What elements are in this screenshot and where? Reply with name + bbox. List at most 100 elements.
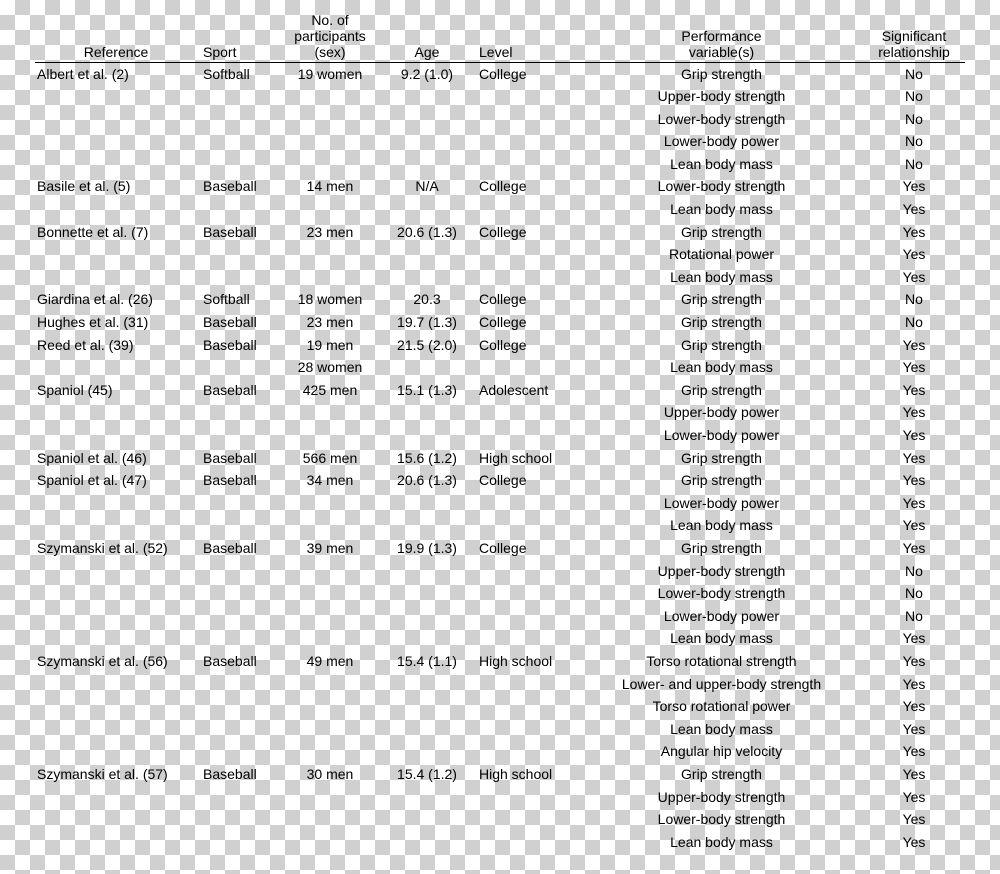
cell-reference: Szymanski et al. (57) <box>35 763 197 786</box>
cell-participants <box>279 492 381 515</box>
cell-level <box>473 86 580 109</box>
cell-level <box>473 492 580 515</box>
table-row: Lean body massYes <box>35 266 965 289</box>
table-row: Lower-body powerNo <box>35 605 965 628</box>
cell-level <box>473 244 580 267</box>
cell-sport: Baseball <box>197 221 279 244</box>
cell-performance: Upper-body strength <box>580 786 863 809</box>
table-row: Lower-body powerYes <box>35 425 965 448</box>
cell-significant: No <box>863 312 965 335</box>
cell-reference: Szymanski et al. (52) <box>35 537 197 560</box>
cell-performance: Grip strength <box>580 312 863 335</box>
cell-age: 20.6 (1.3) <box>381 221 473 244</box>
cell-significant: Yes <box>863 673 965 696</box>
cell-significant: Yes <box>863 266 965 289</box>
cell-level <box>473 357 580 380</box>
cell-age <box>381 718 473 741</box>
cell-age <box>381 425 473 448</box>
cell-participants <box>279 628 381 651</box>
cell-sport <box>197 402 279 425</box>
cell-level: High school <box>473 650 580 673</box>
cell-sport <box>197 266 279 289</box>
header-participants: No. ofparticipants(sex) <box>279 10 381 63</box>
cell-reference: Albert et al. (2) <box>35 63 197 86</box>
cell-sport <box>197 696 279 719</box>
cell-performance: Lower-body strength <box>580 108 863 131</box>
cell-sport <box>197 199 279 222</box>
cell-participants <box>279 831 381 854</box>
cell-significant: No <box>863 63 965 86</box>
cell-participants <box>279 786 381 809</box>
header-level: Level <box>473 10 580 63</box>
cell-performance: Grip strength <box>580 334 863 357</box>
cell-age: 9.2 (1.0) <box>381 63 473 86</box>
header-performance: Performancevariable(s) <box>580 10 863 63</box>
table-row: Lean body massYes <box>35 628 965 651</box>
cell-reference: Giardina et al. (26) <box>35 289 197 312</box>
cell-age: 19.9 (1.3) <box>381 537 473 560</box>
cell-significant: Yes <box>863 447 965 470</box>
cell-level <box>473 131 580 154</box>
cell-performance: Grip strength <box>580 289 863 312</box>
cell-performance: Lean body mass <box>580 515 863 538</box>
cell-performance: Lower- and upper-body strength <box>580 673 863 696</box>
table-row: Szymanski et al. (57)Baseball30 men15.4 … <box>35 763 965 786</box>
cell-reference <box>35 86 197 109</box>
cell-level <box>473 153 580 176</box>
cell-participants <box>279 718 381 741</box>
cell-performance: Grip strength <box>580 221 863 244</box>
cell-performance: Grip strength <box>580 470 863 493</box>
cell-significant: Yes <box>863 425 965 448</box>
cell-significant: Yes <box>863 379 965 402</box>
cell-age <box>381 741 473 764</box>
cell-sport: Baseball <box>197 447 279 470</box>
cell-reference <box>35 199 197 222</box>
cell-reference <box>35 108 197 131</box>
cell-age <box>381 244 473 267</box>
cell-level <box>473 628 580 651</box>
cell-level <box>473 583 580 606</box>
cell-sport: Baseball <box>197 176 279 199</box>
cell-age <box>381 131 473 154</box>
cell-level <box>473 199 580 222</box>
cell-participants: 425 men <box>279 379 381 402</box>
cell-sport <box>197 831 279 854</box>
cell-sport: Baseball <box>197 379 279 402</box>
cell-reference <box>35 131 197 154</box>
cell-significant: Yes <box>863 176 965 199</box>
table-header: Reference Sport No. ofparticipants(sex) … <box>35 10 965 63</box>
cell-sport <box>197 244 279 267</box>
table-row: Bonnette et al. (7)Baseball23 men20.6 (1… <box>35 221 965 244</box>
table-row: Albert et al. (2)Softball19 women9.2 (1.… <box>35 63 965 86</box>
cell-level: High school <box>473 447 580 470</box>
cell-sport: Baseball <box>197 334 279 357</box>
cell-participants: 28 women <box>279 357 381 380</box>
cell-level: Adolescent <box>473 379 580 402</box>
cell-participants <box>279 266 381 289</box>
cell-performance: Lean body mass <box>580 266 863 289</box>
cell-performance: Torso rotational strength <box>580 650 863 673</box>
cell-significant: No <box>863 560 965 583</box>
table-row: Giardina et al. (26)Softball18 women20.3… <box>35 289 965 312</box>
cell-level: College <box>473 537 580 560</box>
cell-significant: Yes <box>863 221 965 244</box>
cell-performance: Lean body mass <box>580 153 863 176</box>
cell-age <box>381 266 473 289</box>
cell-level <box>473 673 580 696</box>
cell-reference <box>35 515 197 538</box>
cell-participants: 23 men <box>279 312 381 335</box>
cell-participants <box>279 199 381 222</box>
table-row: Lean body massYes <box>35 831 965 854</box>
cell-significant: Yes <box>863 831 965 854</box>
cell-age <box>381 153 473 176</box>
cell-sport <box>197 153 279 176</box>
cell-age <box>381 86 473 109</box>
cell-significant: No <box>863 108 965 131</box>
cell-participants: 18 women <box>279 289 381 312</box>
cell-significant: Yes <box>863 357 965 380</box>
cell-significant: Yes <box>863 809 965 832</box>
cell-significant: No <box>863 605 965 628</box>
cell-performance: Upper-body power <box>580 402 863 425</box>
table-row: 28 womenLean body massYes <box>35 357 965 380</box>
cell-performance: Lower-body strength <box>580 583 863 606</box>
